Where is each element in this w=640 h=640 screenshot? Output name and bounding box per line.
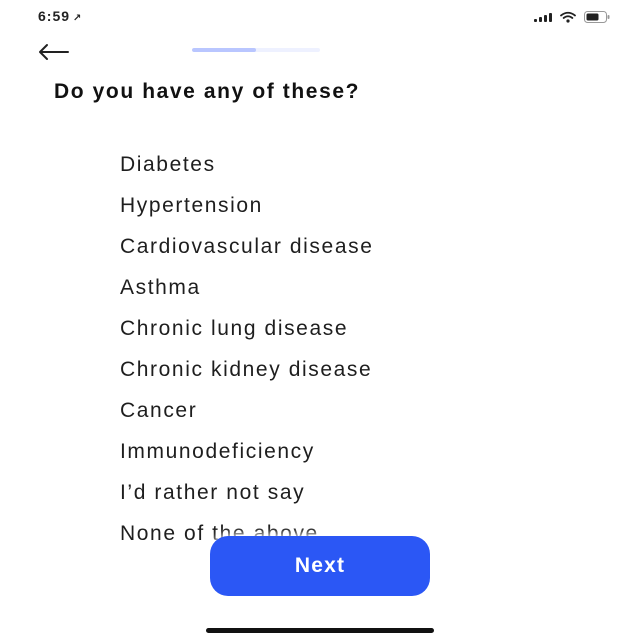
options-list: Diabetes Hypertension Cardiovascular disea…: [120, 144, 600, 554]
option-item[interactable]: Cancer: [120, 390, 600, 431]
progress-fill: [192, 48, 256, 52]
option-item[interactable]: I’d rather not say: [120, 472, 600, 513]
option-item[interactable]: Cardiovascular disease: [120, 226, 600, 267]
option-item[interactable]: Chronic lung disease: [120, 308, 600, 349]
option-item[interactable]: Hypertension: [120, 185, 600, 226]
option-item[interactable]: Asthma: [120, 267, 600, 308]
arrow-left-icon: [39, 44, 69, 60]
page-title: Do you have any of these?: [54, 80, 361, 103]
location-arrow-icon: ↗: [73, 13, 83, 24]
home-indicator: [206, 628, 434, 633]
status-icons: [534, 11, 610, 23]
status-bar: 6:59 ↗: [0, 0, 640, 36]
status-time-text: 6:59: [38, 8, 71, 24]
signal-icon: [534, 12, 552, 22]
battery-icon: [584, 11, 610, 23]
progress-bar: [192, 48, 320, 52]
status-time: 6:59 ↗: [38, 8, 82, 24]
wifi-icon: [560, 11, 576, 23]
next-button[interactable]: Next: [210, 536, 430, 596]
option-item[interactable]: Diabetes: [120, 144, 600, 185]
back-button[interactable]: [36, 36, 76, 68]
option-item[interactable]: Immunodeficiency: [120, 431, 600, 472]
option-item[interactable]: Chronic kidney disease: [120, 349, 600, 390]
